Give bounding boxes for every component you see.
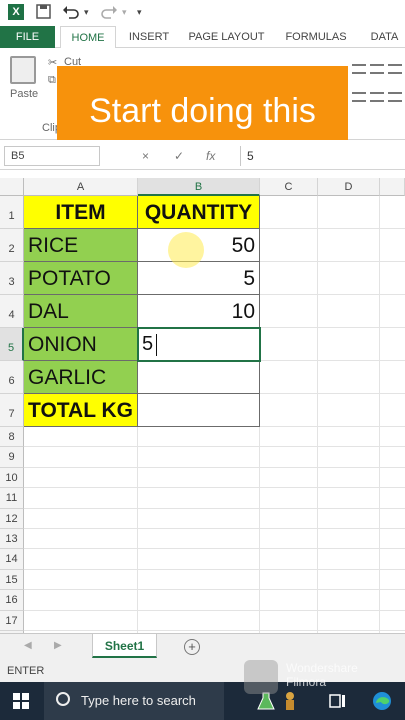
sheet-prev-icon[interactable]: ◀	[24, 640, 32, 651]
row-header-4[interactable]: 4	[0, 295, 24, 328]
search-icon	[56, 692, 70, 706]
tab-formulas[interactable]: FORMULAS	[280, 26, 352, 48]
task-view-icon[interactable]	[328, 691, 348, 711]
tab-page-layout[interactable]: PAGE LAYOUT	[184, 26, 269, 48]
gridline-row	[24, 507, 405, 509]
align-left-icon[interactable]	[352, 92, 366, 102]
excel-logo-icon: X	[8, 4, 24, 20]
row-header-15[interactable]: 15	[0, 569, 24, 591]
character-app-icon[interactable]	[280, 691, 300, 711]
cell-a6[interactable]: GARLIC	[24, 361, 138, 394]
cut-icon[interactable]: ✂	[48, 56, 57, 69]
filmora-watermark: Wondershare Filmora	[286, 661, 358, 689]
worksheet-grid[interactable]: A B C D 123456789101112131415161718 ITEM…	[0, 178, 405, 633]
customize-qat-icon[interactable]: ▾	[137, 4, 142, 20]
gridline-row	[24, 528, 405, 529]
align-right-icon[interactable]	[388, 92, 402, 102]
save-icon[interactable]	[36, 4, 51, 20]
row-header-13[interactable]: 13	[0, 529, 24, 550]
cell-b6[interactable]	[138, 361, 260, 394]
row-header-10[interactable]: 10	[0, 467, 24, 489]
cell-a5[interactable]: ONION	[24, 328, 138, 361]
gridline-row	[24, 466, 405, 468]
taskbar-search-box[interactable]: Type here to search	[44, 682, 224, 720]
row-header-9[interactable]: 9	[0, 447, 24, 468]
gridline-row	[24, 609, 405, 611]
edge-browser-icon[interactable]	[372, 691, 392, 711]
row-header-17[interactable]: 17	[0, 610, 24, 631]
gridline-col	[317, 196, 318, 633]
sheet-next-icon[interactable]: ▶	[54, 640, 62, 651]
redo-dropdown-icon[interactable]: ▾	[122, 4, 127, 20]
formula-bar: B5 × ✓ fx 5	[0, 140, 405, 170]
cursor-highlight	[168, 232, 204, 268]
align-middle-icon[interactable]	[370, 64, 384, 74]
enter-icon[interactable]: ✓	[174, 146, 184, 166]
name-box[interactable]: B5	[4, 146, 100, 166]
tab-home[interactable]: HOME	[60, 26, 116, 49]
sheet-tab-sheet1[interactable]: Sheet1	[92, 634, 157, 658]
cell-b1[interactable]: QUANTITY	[138, 196, 260, 229]
watermark-line1: Wondershare	[286, 661, 358, 675]
cell-b7[interactable]	[138, 394, 260, 427]
flask-app-icon[interactable]	[256, 691, 276, 711]
watermark-line2: Filmora	[286, 675, 327, 689]
insert-function-icon[interactable]: fx	[206, 146, 215, 166]
cell-b4[interactable]: 10	[138, 295, 260, 328]
row-header-6[interactable]: 6	[0, 361, 24, 394]
row-header-3[interactable]: 3	[0, 262, 24, 295]
column-header-a[interactable]: A	[24, 178, 138, 196]
add-sheet-icon[interactable]: +	[184, 639, 200, 655]
gridline-row	[24, 446, 405, 448]
tab-insert[interactable]: INSERT	[122, 26, 176, 48]
column-header-e[interactable]	[380, 178, 405, 196]
row-header-5[interactable]: 5	[0, 328, 24, 361]
row-header-2[interactable]: 2	[0, 229, 24, 262]
tab-file[interactable]: FILE	[0, 26, 55, 48]
select-all-corner[interactable]	[0, 178, 24, 196]
redo-icon[interactable]	[100, 4, 118, 20]
row-header-1[interactable]: 1	[0, 196, 24, 229]
undo-dropdown-icon[interactable]: ▾	[84, 4, 89, 20]
paste-button-label[interactable]: Paste	[10, 88, 38, 100]
cell-a1[interactable]: ITEM	[24, 196, 138, 229]
filmora-logo-icon	[244, 660, 278, 694]
align-center-icon[interactable]	[370, 92, 384, 102]
gridline-col	[379, 196, 380, 633]
cell-a7[interactable]: TOTAL KG	[24, 394, 138, 427]
gridline-row	[24, 568, 405, 570]
gridline-row	[24, 589, 405, 591]
copy-icon[interactable]: ⧉	[48, 74, 56, 87]
tab-data[interactable]: DATA	[364, 26, 405, 48]
cancel-icon[interactable]: ×	[142, 146, 149, 166]
ribbon-tabs: FILE HOME INSERT PAGE LAYOUT FORMULAS DA…	[0, 26, 405, 49]
row-header-7[interactable]: 7	[0, 394, 24, 427]
row-header-12[interactable]: 12	[0, 508, 24, 529]
formula-input[interactable]: 5	[240, 146, 400, 166]
row-header-16[interactable]: 16	[0, 590, 24, 611]
gridline-row	[24, 630, 405, 631]
align-top-icon[interactable]	[352, 64, 366, 74]
cell-a2[interactable]: RICE	[24, 229, 138, 262]
column-header-d[interactable]: D	[318, 178, 380, 196]
row-header-14[interactable]: 14	[0, 549, 24, 570]
cell-b3[interactable]: 5	[138, 262, 260, 295]
row-header-11[interactable]: 11	[0, 488, 24, 509]
paste-icon[interactable]	[10, 56, 36, 84]
undo-icon[interactable]	[62, 4, 80, 20]
align-bottom-icon[interactable]	[388, 64, 402, 74]
row-header-8[interactable]: 8	[0, 427, 24, 448]
excel-window: X ▾ ▾ ▾ FILE HOME INSERT PAGE LAYOUT FOR…	[0, 0, 405, 720]
sheet-tab-bar: ◀ ▶ Sheet1 +	[0, 633, 405, 660]
status-mode: ENTER	[7, 665, 45, 677]
column-header-b[interactable]: B	[138, 178, 260, 196]
gridline-row	[24, 548, 405, 550]
cell-a4[interactable]: DAL	[24, 295, 138, 328]
column-header-c[interactable]: C	[260, 178, 318, 196]
gridline-row	[24, 487, 405, 489]
windows-start-icon[interactable]	[13, 693, 29, 709]
cell-a3[interactable]: POTATO	[24, 262, 138, 295]
edit-caret	[156, 334, 157, 356]
quick-access-toolbar: X ▾ ▾ ▾	[0, 0, 405, 26]
